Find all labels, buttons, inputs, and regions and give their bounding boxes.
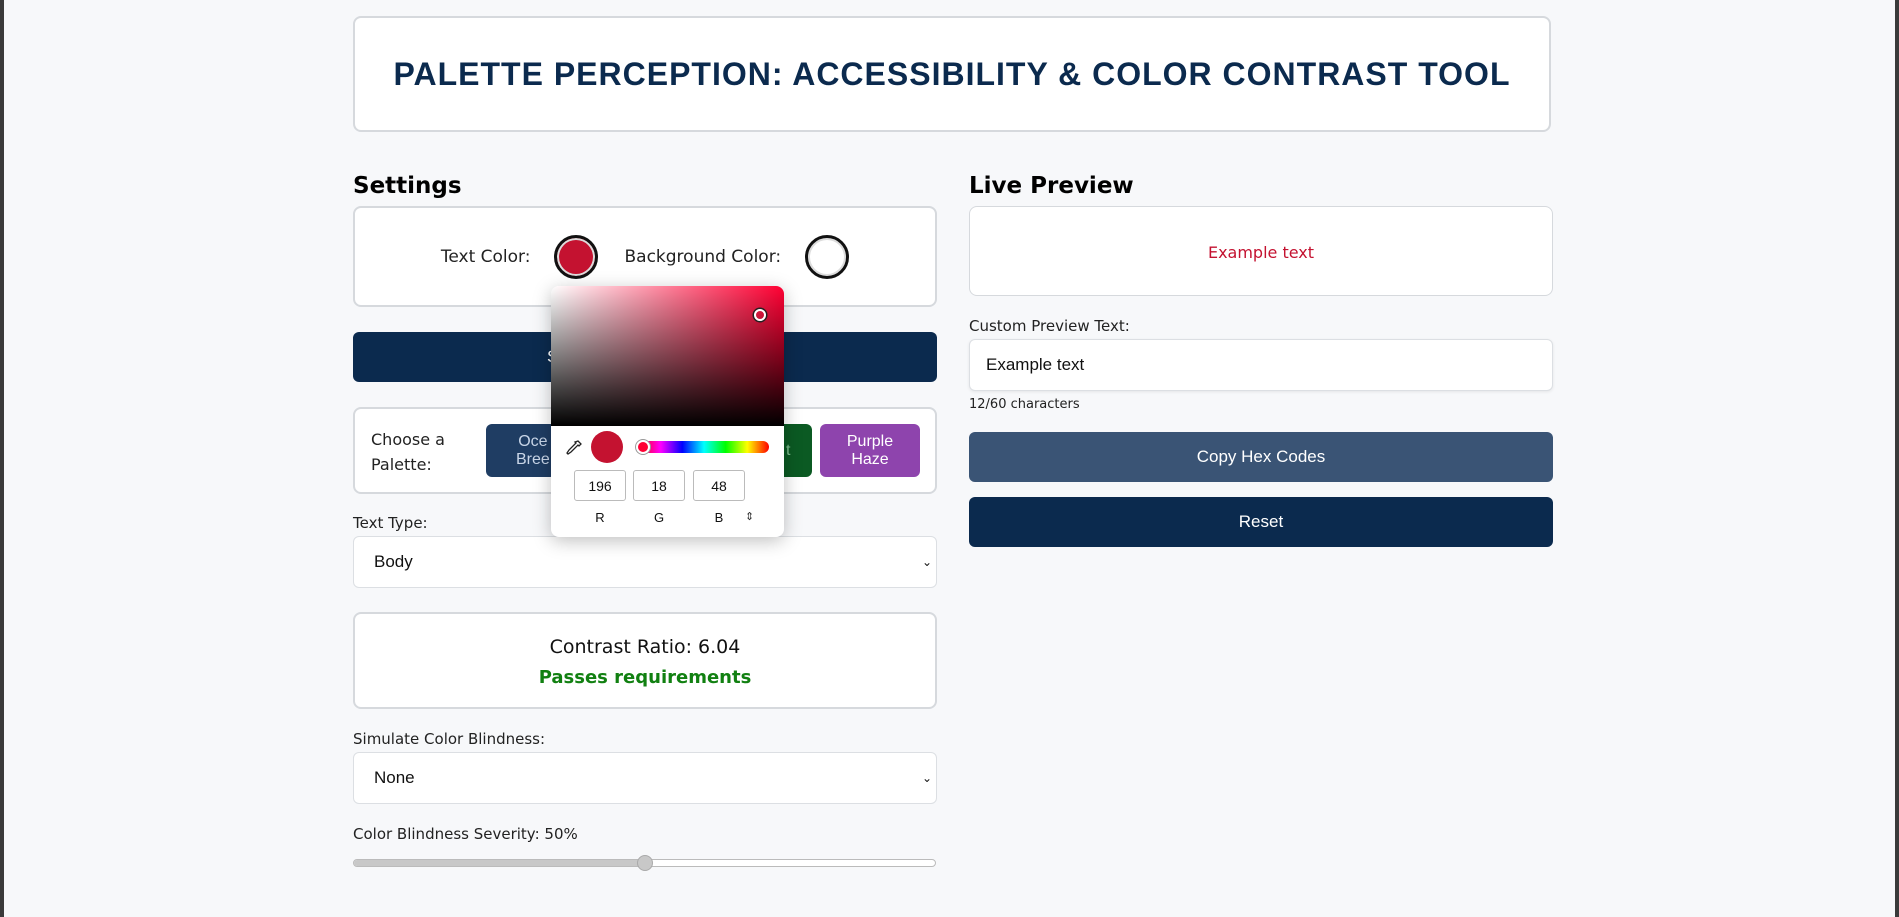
preview-sample-text: Example text xyxy=(1207,243,1315,262)
saturation-value-handle[interactable] xyxy=(754,309,766,321)
eyedropper-icon[interactable] xyxy=(565,439,583,457)
green-label: G xyxy=(653,510,665,525)
palette-label: Choose a Palette: xyxy=(371,430,445,474)
blue-input[interactable]: 48 xyxy=(693,470,745,501)
contrast-status-text: Passes requirements xyxy=(538,667,752,688)
severity-label: Color Blindness Severity: 50% xyxy=(353,825,578,843)
page-title: PALETTE PERCEPTION: ACCESSIBILITY & COLO… xyxy=(393,55,1511,92)
color-picker-popup: 196 18 48 R G B ⇕ xyxy=(551,286,784,537)
header-banner: PALETTE PERCEPTION: ACCESSIBILITY & COLO… xyxy=(353,16,1551,132)
hue-slider[interactable] xyxy=(639,441,769,453)
saturation-value-area[interactable] xyxy=(551,286,784,426)
window-frame-left xyxy=(0,0,4,917)
chevron-down-icon: ⌄ xyxy=(921,555,932,569)
text-color-swatch[interactable] xyxy=(554,234,599,279)
color-blindness-select[interactable]: None ⌄ xyxy=(353,752,937,804)
settings-heading: Settings xyxy=(353,173,462,199)
copy-hex-button[interactable]: Copy Hex Codes xyxy=(969,432,1553,482)
palette-purple-haze-button[interactable]: Purple Haze xyxy=(820,424,920,477)
current-color-preview xyxy=(591,431,623,463)
reset-button[interactable]: Reset xyxy=(969,497,1553,547)
red-input[interactable]: 196 xyxy=(574,470,626,501)
format-toggle-icon[interactable]: ⇕ xyxy=(745,510,754,523)
hue-slider-handle[interactable] xyxy=(636,440,650,454)
live-preview-heading: Live Preview xyxy=(969,173,1134,199)
blue-label: B xyxy=(714,510,724,525)
background-color-swatch[interactable] xyxy=(805,234,850,279)
red-label: R xyxy=(595,510,605,525)
copy-hex-label: Copy Hex Codes xyxy=(1196,447,1326,466)
simulate-label: Simulate Color Blindness: xyxy=(353,730,546,748)
character-count: 12/60 characters xyxy=(969,397,1080,412)
contrast-ratio-text: Contrast Ratio: 6.04 xyxy=(549,636,741,658)
green-input[interactable]: 18 xyxy=(633,470,685,501)
text-type-label: Text Type: xyxy=(353,514,428,532)
severity-slider-thumb[interactable] xyxy=(636,855,653,871)
palette-ocean-breeze-button[interactable]: Oce Bree xyxy=(486,424,556,477)
text-color-label: Text Color: xyxy=(440,246,531,267)
chevron-down-icon: ⌄ xyxy=(921,771,932,785)
preview-box: Example text xyxy=(969,206,1553,296)
text-type-value: Body xyxy=(374,552,413,571)
background-color-label: Background Color: xyxy=(624,246,782,267)
window-frame-right xyxy=(1895,0,1899,917)
contrast-result-panel: Contrast Ratio: 6.04 Passes requirements xyxy=(353,612,937,709)
text-type-select[interactable]: Body ⌄ xyxy=(353,536,937,588)
reset-label: Reset xyxy=(1238,512,1284,531)
custom-preview-input[interactable]: Example text xyxy=(969,339,1553,391)
color-blindness-value: None xyxy=(374,768,415,787)
custom-preview-value: Example text xyxy=(986,355,1085,374)
severity-slider-fill xyxy=(354,860,645,866)
custom-preview-label: Custom Preview Text: xyxy=(969,317,1130,335)
